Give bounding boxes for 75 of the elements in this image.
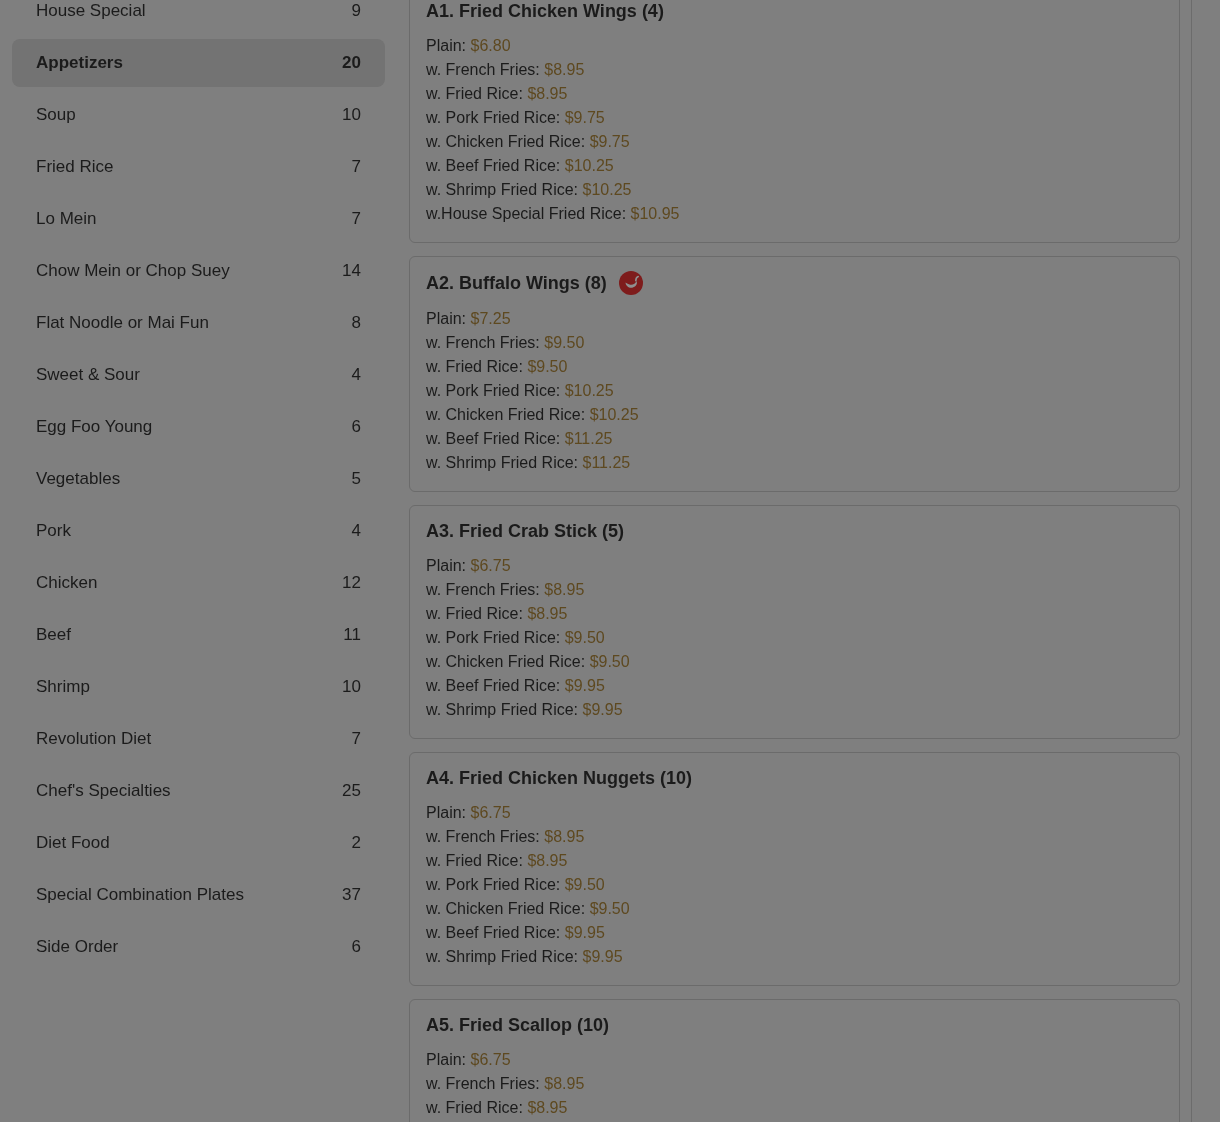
item-count: 10 (342, 104, 361, 127)
item-count: 10 (342, 676, 361, 699)
menu-item-title: A4. Fried Chicken Nuggets (10) (426, 767, 693, 789)
price-option: w. French Fries: $8.95 (426, 1072, 1163, 1096)
category-item[interactable]: Diet Food 2 (12, 819, 385, 867)
price-option: w. Shrimp Fried Rice: $10.25 (426, 178, 1163, 202)
item-count: 2 (351, 832, 361, 855)
menu-item-title: A2. Buffalo Wings (8) (426, 272, 607, 294)
price-option: w. Beef Fried Rice: $10.25 (426, 154, 1163, 178)
price-option: w. Pork Fried Rice: $9.50 (426, 873, 1163, 897)
category-item[interactable]: Chow Mein or Chop Suey 14 (12, 247, 385, 295)
item-count: 11 (343, 624, 361, 647)
price-option: Plain: $6.80 (426, 34, 1163, 58)
price-option: w. Chicken Fried Rice: $10.25 (426, 403, 1163, 427)
price-option: w. Pork Fried Rice: $9.50 (426, 626, 1163, 650)
item-count: 9 (351, 0, 361, 23)
item-count: 14 (342, 260, 361, 283)
category-item[interactable]: Chicken 12 (12, 559, 385, 607)
item-count: 4 (351, 520, 361, 543)
price-option: Plain: $6.75 (426, 1048, 1163, 1072)
category-item[interactable]: House Special 9 (12, 0, 385, 35)
category-item[interactable]: Side Order 6 (12, 923, 385, 971)
price-option: w. French Fries: $8.95 (426, 825, 1163, 849)
price-option: w. Chicken Fried Rice: $9.75 (426, 130, 1163, 154)
item-count: 4 (351, 364, 361, 387)
price-option: w. Fried Rice: $8.95 (426, 849, 1163, 873)
category-item[interactable]: Egg Foo Young 6 (12, 403, 385, 451)
price-option: w.House Special Fried Rice: $10.95 (426, 202, 1163, 226)
price-option: w. Beef Fried Rice: $11.25 (426, 427, 1163, 451)
price-option: w. Pork Fried Rice: $10.25 (426, 379, 1163, 403)
item-count: 12 (342, 572, 361, 595)
price-option: w. Fried Rice: $9.50 (426, 355, 1163, 379)
category-item[interactable]: Flat Noodle or Mai Fun 8 (12, 299, 385, 347)
price-option: w. Chicken Fried Rice: $9.50 (426, 650, 1163, 674)
item-count: 7 (351, 208, 361, 231)
item-count: 6 (351, 936, 361, 959)
menu-item-title: A5. Fried Scallop (10) (426, 1014, 610, 1036)
price-option: Plain: $7.25 (426, 307, 1163, 331)
item-count: 6 (351, 416, 361, 439)
menu-item-title: A1. Fried Chicken Wings (4) (426, 0, 664, 22)
category-item[interactable]: Shrimp 10 (12, 663, 385, 711)
category-item[interactable]: Pork 4 (12, 507, 385, 555)
category-item[interactable]: Special Combination Plates 37 (12, 871, 385, 919)
item-count: 8 (351, 312, 361, 335)
category-item[interactable]: Sweet & Sour 4 (12, 351, 385, 399)
category-item[interactable]: Lo Mein 7 (12, 195, 385, 243)
price-option: Plain: $6.75 (426, 801, 1163, 825)
price-option: w. Chicken Fried Rice: $9.50 (426, 897, 1163, 921)
price-option: w. Fried Rice: $8.95 (426, 602, 1163, 626)
item-count: 7 (351, 728, 361, 751)
category-item[interactable]: Vegetables 5 (12, 455, 385, 503)
item-count: 25 (342, 780, 361, 803)
price-option: w. Shrimp Fried Rice: $9.95 (426, 945, 1163, 969)
category-item[interactable]: Fried Rice 7 (12, 143, 385, 191)
menu-item-title: A3. Fried Crab Stick (5) (426, 520, 625, 542)
price-option: w. French Fries: $8.95 (426, 578, 1163, 602)
category-item[interactable]: Beef 11 (12, 611, 385, 659)
price-option: w. Beef Fried Rice: $9.95 (426, 674, 1163, 698)
price-option: w. Fried Rice: $8.95 (426, 82, 1163, 106)
price-option: w. French Fries: $9.50 (426, 331, 1163, 355)
item-count: 7 (351, 156, 361, 179)
price-option: Plain: $6.75 (426, 554, 1163, 578)
price-option: w. Shrimp Fried Rice: $11.25 (426, 451, 1163, 475)
price-option: w. French Fries: $8.95 (426, 58, 1163, 82)
category-item[interactable]: Soup 10 (12, 91, 385, 139)
item-count: 37 (342, 884, 361, 907)
price-option: w. Shrimp Fried Rice: $9.95 (426, 698, 1163, 722)
price-option: w. Beef Fried Rice: $9.95 (426, 921, 1163, 945)
category-item[interactable]: Revolution Diet 7 (12, 715, 385, 763)
category-item[interactable]: Appetizers 20 (12, 39, 385, 87)
price-option: w. Fried Rice: $8.95 (426, 1096, 1163, 1120)
price-option: w. Pork Fried Rice: $9.75 (426, 106, 1163, 130)
category-item[interactable]: Chef's Specialties 25 (12, 767, 385, 815)
item-count: 20 (342, 52, 361, 75)
item-count: 5 (351, 468, 361, 491)
